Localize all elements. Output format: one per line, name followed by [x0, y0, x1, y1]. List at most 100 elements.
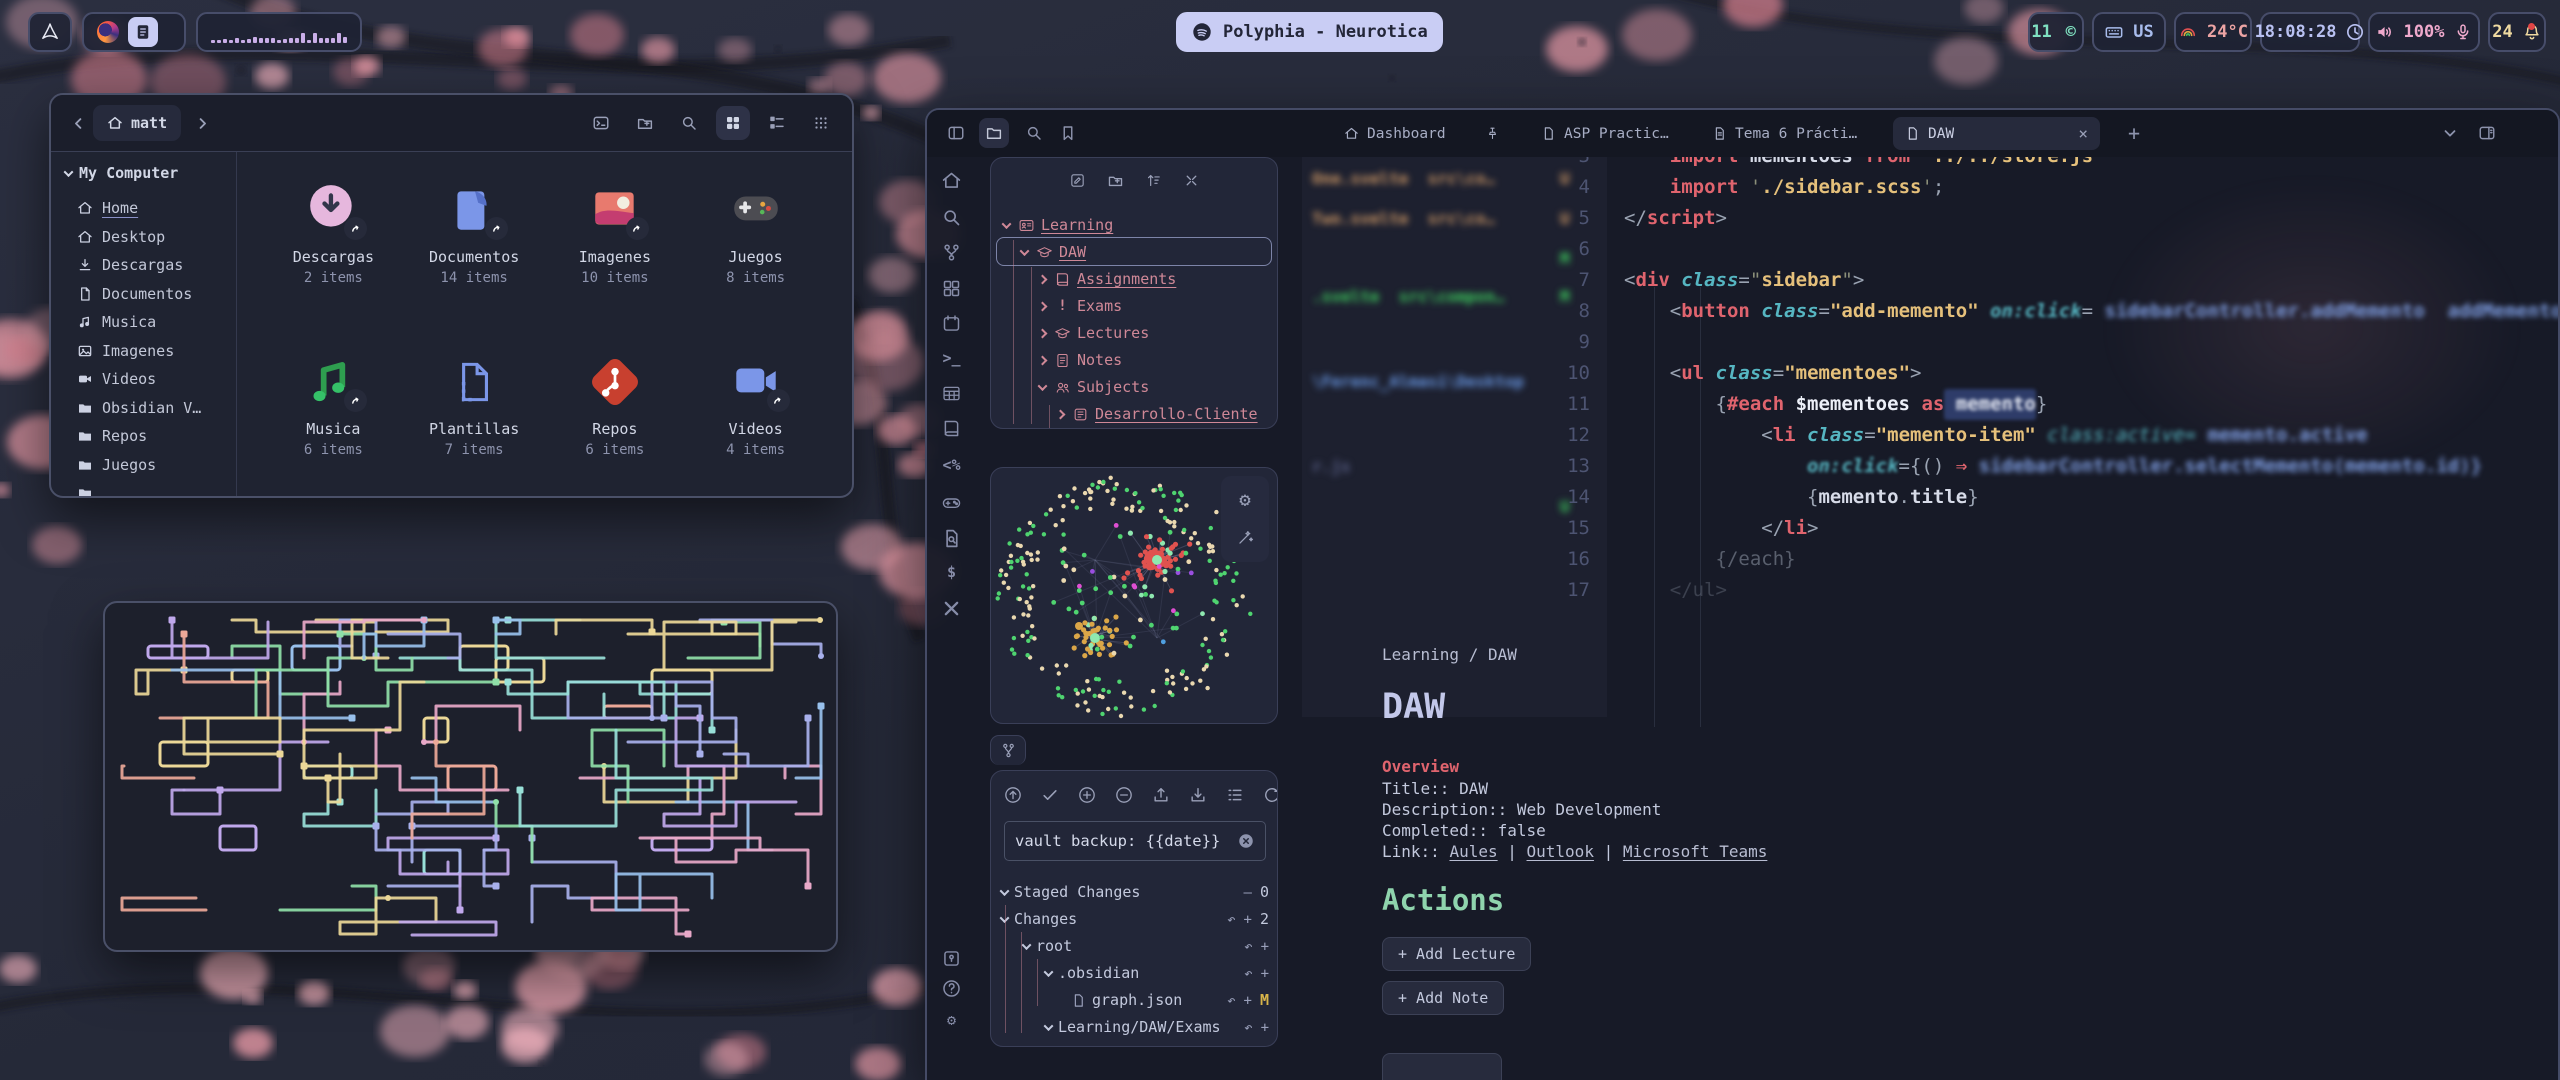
sidebar-item-videos[interactable]: Videos: [65, 365, 236, 394]
git-minus-icon[interactable]: —: [1244, 883, 1252, 901]
refresh-button[interactable]: [1260, 783, 1278, 807]
add-lecture-button[interactable]: + Add Lecture: [1382, 937, 1531, 971]
graph-filter-button[interactable]: [1233, 525, 1257, 549]
sidebar-item-documentos[interactable]: Documentos: [65, 280, 236, 309]
git-row-graphjson[interactable]: graph.json↶+M: [991, 987, 1269, 1013]
commit-and-push-button[interactable]: [1001, 783, 1025, 807]
settings-button[interactable]: ⚙: [941, 1010, 962, 1031]
tree-item-desarrollocliente[interactable]: Desarrollo-Cliente: [1057, 401, 1258, 427]
change-layout-button[interactable]: [1223, 783, 1247, 807]
tree-item-assignments[interactable]: Assignments: [1039, 266, 1176, 292]
partial-button[interactable]: [1382, 1053, 1502, 1080]
breadcrumb[interactable]: matt: [93, 105, 181, 141]
git-row-root[interactable]: root↶+: [991, 933, 1269, 959]
folder-plantillas[interactable]: Plantillas7 items: [404, 346, 545, 498]
sidebar-item-imagenes[interactable]: Imagenes: [65, 337, 236, 366]
sidebar-item-desktop[interactable]: Desktop: [65, 223, 236, 252]
git-undo-icon[interactable]: ↶: [1227, 910, 1235, 928]
git-plus-icon[interactable]: +: [1244, 910, 1252, 928]
rail-file-search[interactable]: [941, 528, 962, 549]
git-panel-tab[interactable]: [990, 735, 1026, 765]
help-button[interactable]: [941, 978, 962, 999]
tray-item-24c[interactable]: 24°C: [2174, 12, 2252, 52]
tab-asppractice6[interactable]: ASP Practice 6: [1529, 117, 1684, 150]
bookmarks-button[interactable]: [1053, 118, 1083, 148]
sidebar-item-musica[interactable]: Musica: [65, 308, 236, 337]
folder-repos[interactable]: Repos6 items: [545, 346, 686, 498]
new-folder-button[interactable]: [1103, 168, 1127, 192]
git-row-changes[interactable]: Changes↶+2: [991, 906, 1269, 932]
rail-terminal[interactable]: >_: [941, 348, 962, 369]
rail-tools[interactable]: [941, 598, 962, 619]
git-plus-icon[interactable]: +: [1244, 991, 1252, 1009]
forward-button[interactable]: [187, 108, 217, 138]
clear-message-icon[interactable]: [1237, 832, 1255, 850]
folder-documentos[interactable]: Documentos14 items: [404, 174, 545, 346]
tray-item-100[interactable]: 100%: [2368, 12, 2480, 52]
stage-all-button[interactable]: [1075, 783, 1099, 807]
new-note-button[interactable]: [1065, 168, 1089, 192]
note-link-outlook[interactable]: Outlook: [1527, 842, 1594, 861]
tab-dashboard[interactable]: Dashboard: [1332, 117, 1512, 150]
tree-item-daw[interactable]: DAW: [1021, 239, 1086, 265]
note-breadcrumb[interactable]: Learning / DAW: [1382, 645, 1517, 664]
git-plus-icon[interactable]: +: [1261, 1018, 1269, 1036]
tree-item-exams[interactable]: !Exams: [1039, 293, 1122, 319]
graph-view-panel[interactable]: ⚙: [990, 467, 1278, 724]
tray-item-24[interactable]: 24: [2488, 12, 2546, 52]
sidebar-section[interactable]: My Computer: [65, 164, 236, 182]
git-undo-icon[interactable]: ↶: [1244, 1018, 1252, 1036]
close-tab-icon[interactable]: ×: [2078, 124, 2088, 143]
unstage-all-button[interactable]: [1112, 783, 1136, 807]
sidebar-item-juegos[interactable]: Juegos: [65, 451, 236, 480]
toggle-left-sidebar-button[interactable]: [941, 118, 971, 148]
tab-daw[interactable]: DAW×: [1893, 117, 2100, 150]
tree-item-lectures[interactable]: Lectures: [1039, 320, 1149, 346]
rail-game[interactable]: [941, 492, 962, 513]
rail-home[interactable]: [941, 170, 962, 191]
firefox-icon[interactable]: [97, 21, 119, 43]
note-editor[interactable]: One.svelte src\co…UTwo.svelte src\co…UM.…: [1302, 157, 2560, 1080]
commit-message-input[interactable]: [1004, 821, 1266, 861]
sort-button[interactable]: [1141, 168, 1165, 192]
rail-dashboard[interactable]: [941, 278, 962, 299]
git-row-obsidian[interactable]: .obsidian↶+: [991, 960, 1269, 986]
add-note-button[interactable]: + Add Note: [1382, 981, 1504, 1015]
note-link-aules[interactable]: Aules: [1449, 842, 1497, 861]
git-undo-icon[interactable]: ↶: [1244, 937, 1252, 955]
tray-item-us[interactable]: US: [2092, 12, 2166, 52]
tab-tema6prcticas[interactable]: Tema 6 Prácticas -…: [1700, 117, 1876, 150]
folder-juegos[interactable]: Juegos8 items: [685, 174, 826, 346]
back-button[interactable]: [63, 108, 93, 138]
tab-list-button[interactable]: [2435, 118, 2465, 148]
rail-templater[interactable]: <%: [941, 455, 962, 476]
sidebar-item-descargas[interactable]: Descargas: [65, 251, 236, 280]
file-explorer-button[interactable]: [979, 118, 1009, 148]
tree-item-notes[interactable]: Notes: [1039, 347, 1122, 373]
folder-imagenes[interactable]: Imagenes10 items: [545, 174, 686, 346]
folder-descargas[interactable]: Descargas2 items: [263, 174, 404, 346]
note-link-microsoftteams[interactable]: Microsoft Teams: [1623, 842, 1768, 861]
search-view-button[interactable]: [1019, 118, 1049, 148]
git-row-learningdawexams[interactable]: Learning/DAW/Exams↶+: [991, 1014, 1269, 1040]
tree-item-subjects[interactable]: Subjects: [1039, 374, 1149, 400]
folder-musica[interactable]: Musica6 items: [263, 346, 404, 498]
folder-videos[interactable]: Videos4 items: [685, 346, 826, 498]
git-plus-icon[interactable]: +: [1261, 937, 1269, 955]
open-terminal-button[interactable]: [584, 106, 618, 140]
graph-settings-button[interactable]: ⚙: [1233, 489, 1257, 513]
launcher-button[interactable]: [28, 12, 72, 52]
menu-button[interactable]: [804, 106, 838, 140]
sidebar-item-home[interactable]: Home: [65, 194, 236, 223]
rail-calendar[interactable]: [941, 313, 962, 334]
vault-switcher[interactable]: [941, 948, 962, 969]
push-button[interactable]: [1149, 783, 1173, 807]
collapse-all-button[interactable]: [1179, 168, 1203, 192]
new-folder-button[interactable]: [628, 106, 662, 140]
new-tab-button[interactable]: +: [2119, 118, 2149, 148]
git-plus-icon[interactable]: +: [1261, 964, 1269, 982]
tray-item-180828[interactable]: 18:08:28: [2260, 12, 2360, 52]
rail-currency[interactable]: $: [941, 562, 962, 583]
pull-button[interactable]: [1186, 783, 1210, 807]
now-playing-widget[interactable]: Polyphia - Neurotica: [1176, 12, 1443, 52]
